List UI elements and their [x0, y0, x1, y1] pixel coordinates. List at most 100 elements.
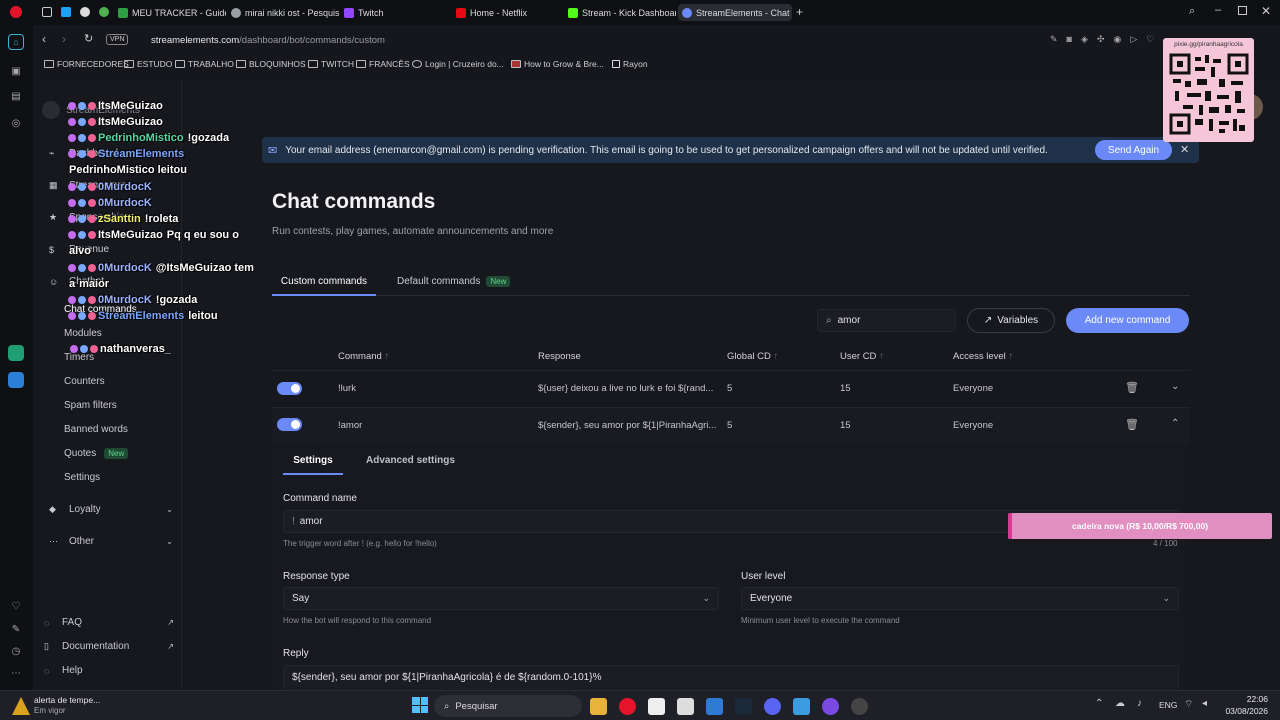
nav-counters[interactable]: Counters	[64, 376, 105, 387]
extension-icon[interactable]: ✣	[1097, 34, 1105, 45]
response-type-select[interactable]: Say ⌄	[283, 587, 719, 610]
header-access-level[interactable]: Access level ↑	[953, 351, 1013, 362]
tab-icon-2[interactable]	[61, 7, 71, 17]
close-window-icon[interactable]: ✕	[1261, 4, 1271, 18]
camera-icon[interactable]: ◙	[1067, 34, 1072, 45]
trash-icon[interactable]: 🗑	[1125, 381, 1139, 394]
chevron-up-icon[interactable]: ⌃	[1171, 418, 1179, 429]
file-explorer-icon[interactable]	[590, 698, 607, 715]
url-field[interactable]: streamelements.com/dashboard/bot/command…	[151, 35, 385, 46]
new-tab-icon[interactable]: +	[796, 5, 803, 19]
search-input[interactable]: ⌕ amor	[817, 309, 956, 332]
tab-advanced-settings[interactable]: Advanced settings	[366, 455, 455, 466]
nav-loyalty[interactable]: ◆ Loyalty ⌄	[49, 504, 173, 515]
enabled-toggle[interactable]	[277, 418, 302, 431]
tray-cloud-icon[interactable]: ☁	[1115, 698, 1125, 709]
bookmark-cruzeiro[interactable]: Login | Cruzeiro do...	[412, 59, 504, 69]
opera-logo-icon[interactable]	[10, 6, 22, 18]
windows-start-icon[interactable]	[412, 697, 428, 713]
clock-time[interactable]: 22:06	[1228, 694, 1268, 704]
maximize-icon[interactable]	[1238, 6, 1247, 15]
extension-icon[interactable]: ◉	[1113, 34, 1121, 45]
user-level-select[interactable]: Everyone ⌄	[741, 587, 1179, 610]
tab-streamelements[interactable]: StreamElements - Chat co	[678, 4, 792, 21]
messenger-icon[interactable]: ◎	[8, 115, 24, 131]
tab-settings[interactable]: Settings	[283, 455, 343, 475]
more-icon[interactable]: ⋯	[8, 665, 24, 681]
nav-other[interactable]: ⋯ Other ⌄	[49, 536, 173, 547]
history-icon[interactable]: ◷	[8, 643, 24, 659]
bookmark-fornecedores[interactable]: FORNECEDORES	[44, 59, 129, 69]
shield-icon[interactable]: ◈	[1081, 34, 1088, 45]
app-icon[interactable]	[822, 698, 839, 715]
tray-chevron-up-icon[interactable]: ⌃	[1095, 698, 1103, 709]
opera-icon[interactable]	[619, 698, 636, 715]
nav-faq[interactable]: ◌ FAQ ↗	[44, 617, 174, 628]
tab-kick[interactable]: Stream - Kick Dashboard	[568, 4, 676, 21]
taskbar-search[interactable]: ⌕ Pesquisar	[434, 695, 582, 717]
tab-netflix[interactable]: Home - Netflix	[456, 4, 564, 21]
bookmark-grow[interactable]: How to Grow & Bre...	[511, 59, 604, 69]
weather-alert-icon[interactable]	[12, 697, 30, 715]
variables-button[interactable]: ↗ Variables	[967, 308, 1055, 333]
send-again-button[interactable]: Send Again	[1095, 140, 1172, 160]
reload-icon[interactable]: ↻	[84, 32, 93, 45]
book-icon[interactable]: ▤	[8, 88, 24, 104]
network-icon[interactable]: ⌔	[1184, 698, 1193, 711]
bookmark-trabalho[interactable]: TRABALHO	[175, 59, 234, 69]
forward-icon[interactable]: ›	[62, 32, 66, 46]
nav-settings[interactable]: Settings	[64, 472, 100, 483]
store-icon[interactable]	[706, 698, 723, 715]
tab-icon-4[interactable]	[99, 7, 109, 17]
add-new-command-button[interactable]: Add new command	[1066, 308, 1189, 333]
edit-icon[interactable]: ✎	[1050, 34, 1058, 45]
tab-twitch[interactable]: Twitch	[344, 4, 452, 21]
clock-date[interactable]: 03/08/2026	[1218, 706, 1268, 716]
bookmark-bloquinhos[interactable]: BLOQUINHOS	[236, 59, 306, 69]
nav-spam-filters[interactable]: Spam filters	[64, 400, 117, 411]
language-indicator[interactable]: ENG	[1159, 700, 1177, 710]
chevron-down-icon[interactable]: ⌄	[1171, 381, 1179, 392]
back-icon[interactable]: ‹	[42, 32, 46, 46]
bookmark-twitch[interactable]: TWITCH	[308, 59, 354, 69]
nav-documentation[interactable]: ▯ Documentation ↗	[44, 641, 174, 652]
reply-input[interactable]: ${sender}, seu amor por ${1|PiranhaAgric…	[283, 665, 1179, 690]
briefcase-icon[interactable]: ▣	[8, 63, 24, 79]
bookmark-estudo[interactable]: ESTUDO	[124, 59, 172, 69]
heart-icon[interactable]: ♡	[1146, 34, 1154, 45]
aria-icon[interactable]	[8, 372, 24, 388]
search-tabs-icon[interactable]: ⌕	[1189, 5, 1195, 18]
notion-icon[interactable]	[648, 698, 665, 715]
tab-custom-commands[interactable]: Custom commands	[272, 276, 376, 296]
calendar-icon[interactable]	[677, 698, 694, 715]
tab-icon-1[interactable]	[42, 7, 52, 17]
weather-alert-title[interactable]: alerta de tempe...	[34, 695, 100, 705]
microphone-icon[interactable]: ♪	[1137, 698, 1142, 709]
trash-icon[interactable]: 🗑	[1125, 418, 1139, 431]
home-icon[interactable]: ⌂	[8, 34, 24, 50]
tab-icon-3[interactable]	[80, 7, 90, 17]
app-icon[interactable]	[793, 698, 810, 715]
play-icon[interactable]: ▷	[1130, 34, 1137, 45]
nav-help[interactable]: ◌ Help	[44, 665, 83, 676]
tab-tracker[interactable]: MEU TRACKER - Guides b	[118, 4, 226, 21]
chatgpt-icon[interactable]	[8, 345, 24, 361]
tab-search[interactable]: mirai nikki ost - Pesquisa	[231, 4, 339, 21]
minimize-icon[interactable]: –	[1215, 4, 1221, 16]
close-icon[interactable]: ✕	[1180, 143, 1189, 156]
discord-icon[interactable]	[764, 698, 781, 715]
enabled-toggle[interactable]	[277, 382, 302, 395]
nav-modules[interactable]: Modules	[64, 328, 102, 339]
vpn-badge[interactable]: VPN	[106, 34, 129, 45]
bookmark-rayon[interactable]: Rayon	[612, 59, 648, 69]
steam-icon[interactable]	[735, 698, 752, 715]
header-global-cd[interactable]: Global CD ↑	[727, 351, 778, 362]
nav-banned-words[interactable]: Banned words	[64, 424, 128, 435]
nav-quotes[interactable]: Quotes New	[64, 448, 129, 459]
header-user-cd[interactable]: User CD ↑	[840, 351, 884, 362]
heart-icon[interactable]: ♡	[8, 598, 24, 614]
settings-icon[interactable]	[851, 698, 868, 715]
volume-icon[interactable]: ◂	[1202, 698, 1207, 709]
header-command[interactable]: Command ↑	[338, 351, 389, 362]
tab-default-commands[interactable]: Default commands New	[397, 276, 511, 287]
